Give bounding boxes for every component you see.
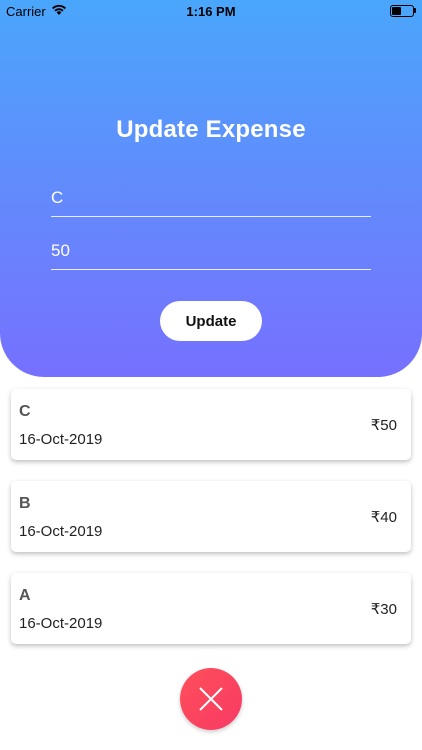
expense-date: 16-Oct-2019	[19, 523, 103, 540]
expense-amount: ₹50	[370, 417, 397, 434]
amount-field-container	[51, 235, 371, 270]
expense-name: B	[19, 495, 31, 512]
expense-amount: ₹30	[370, 601, 397, 618]
name-field-container	[51, 182, 371, 217]
expense-card-b[interactable]: B 16-Oct-2019 ₹40	[11, 481, 411, 552]
expense-date: 16-Oct-2019	[19, 431, 103, 448]
expense-name-input[interactable]	[51, 182, 371, 214]
status-bar: Carrier 1:16 PM	[0, 0, 422, 24]
expense-card-c[interactable]: C 16-Oct-2019 ₹50	[11, 389, 411, 460]
close-icon	[199, 687, 223, 711]
close-button[interactable]	[180, 668, 242, 730]
battery-icon	[390, 5, 414, 17]
expense-card-a[interactable]: A 16-Oct-2019 ₹30	[11, 573, 411, 644]
expense-amount-input[interactable]	[51, 235, 371, 267]
expense-name: C	[19, 403, 31, 420]
status-time: 1:16 PM	[186, 4, 236, 19]
expense-amount: ₹40	[370, 509, 397, 526]
expense-date: 16-Oct-2019	[19, 615, 103, 632]
form-title: Update Expense	[116, 116, 306, 143]
expense-name: A	[19, 587, 31, 604]
update-button[interactable]: Update	[160, 301, 262, 341]
battery-tip	[414, 8, 416, 13]
